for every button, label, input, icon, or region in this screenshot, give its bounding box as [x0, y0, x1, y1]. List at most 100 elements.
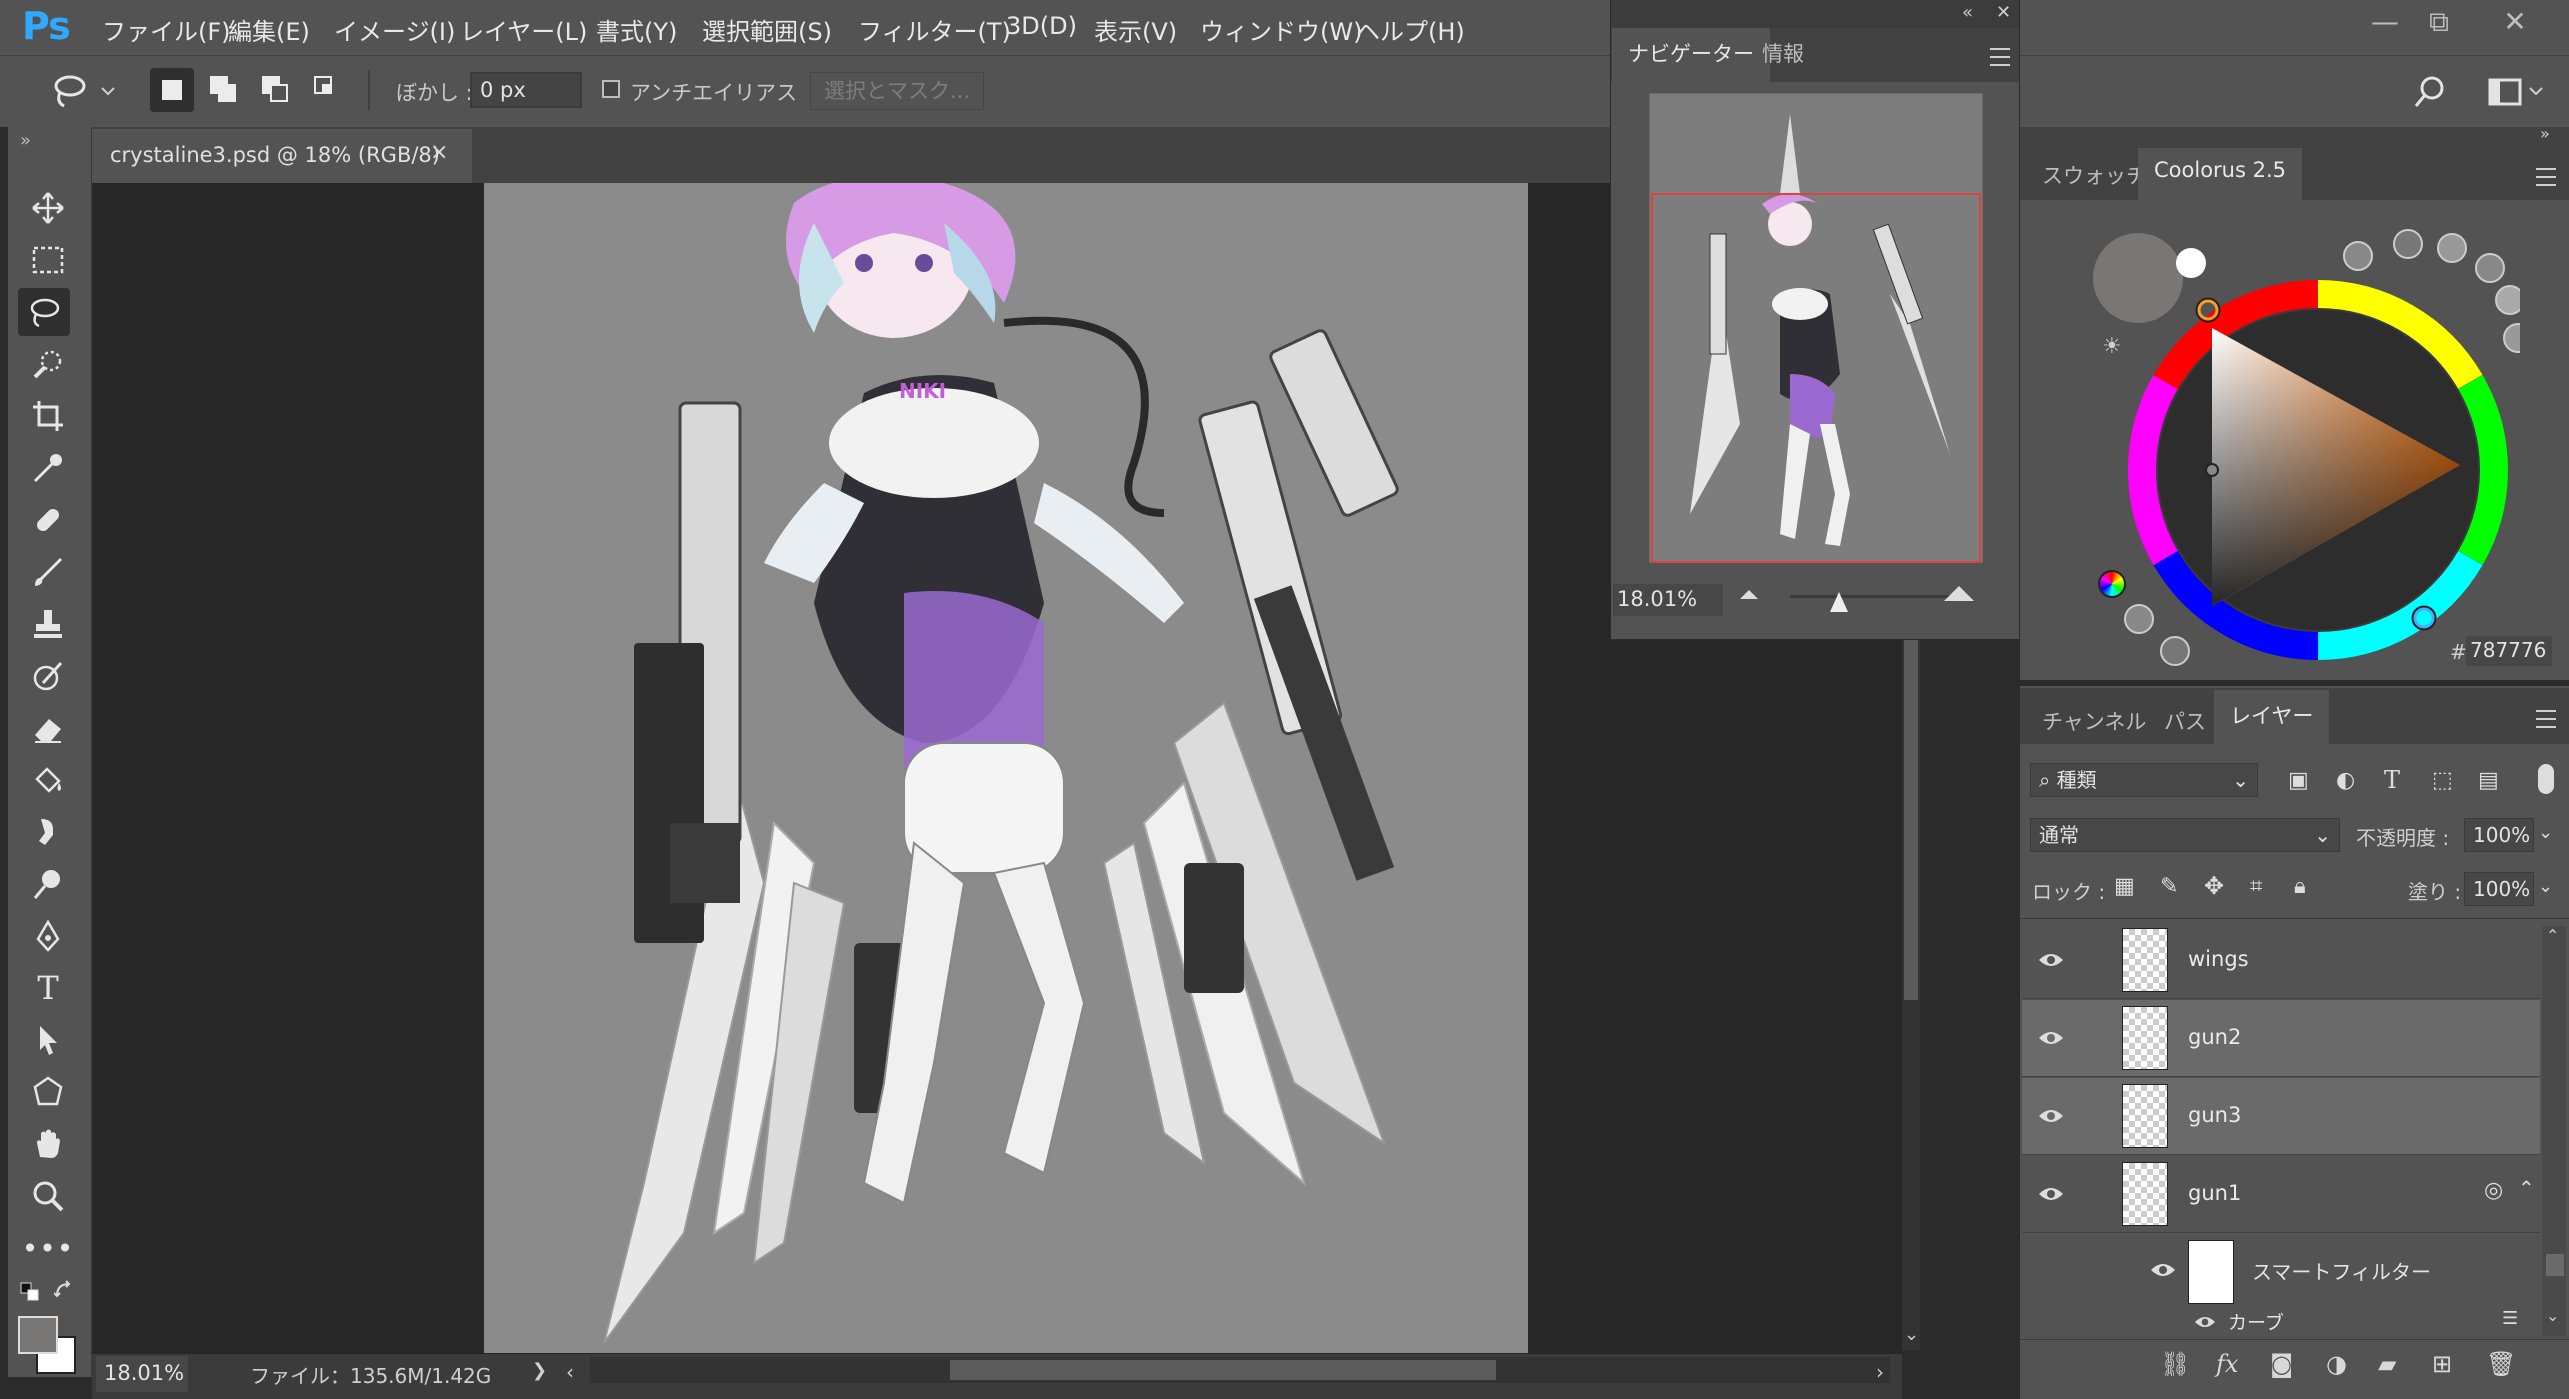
lasso-preset-icon[interactable]: [46, 68, 116, 112]
menu-select[interactable]: 選択範囲(S): [702, 12, 832, 47]
menu-view[interactable]: 表示(V): [1094, 12, 1177, 47]
scroll-right-icon[interactable]: ›: [1876, 1360, 1884, 1384]
visibility-eye-icon[interactable]: [2192, 1312, 2218, 1332]
zoom-level-field[interactable]: 18.01%: [96, 1356, 188, 1392]
layer-row-gun3[interactable]: gun3: [2022, 1078, 2540, 1155]
intersect-selection-icon[interactable]: [306, 68, 350, 112]
layers-scroll-thumb[interactable]: [2546, 1254, 2564, 1276]
default-colors-icon[interactable]: [20, 1282, 40, 1302]
delete-layer-icon[interactable]: 🗑︎: [2486, 1350, 2516, 1378]
close-panel-icon[interactable]: ✕: [1996, 2, 2011, 23]
menu-file[interactable]: ファイル(F): [102, 12, 231, 47]
filter-toggle[interactable]: [2538, 764, 2554, 794]
filter-options-icon[interactable]: ☰: [2502, 1308, 2518, 1329]
layer-name[interactable]: gun3: [2188, 1103, 2241, 1127]
quick-select-tool-icon[interactable]: [22, 340, 74, 388]
fill-input[interactable]: 100%: [2464, 872, 2534, 906]
menu-window[interactable]: ウィンドウ(W): [1200, 12, 1362, 47]
tab-info[interactable]: 情報: [1746, 28, 1820, 78]
filter-smart-object-icon[interactable]: ▤: [2478, 768, 2499, 793]
scroll-left-icon[interactable]: ‹: [566, 1360, 574, 1384]
document-canvas[interactable]: NIKI: [484, 183, 1528, 1353]
new-layer-icon[interactable]: ⊞: [2432, 1350, 2452, 1378]
menu-edit[interactable]: 編集(E): [228, 12, 310, 47]
current-color-circle[interactable]: [2093, 233, 2183, 323]
navigator-view-rectangle[interactable]: [1651, 193, 1981, 563]
lock-position-icon[interactable]: ✥: [2204, 872, 2224, 900]
menu-3d[interactable]: 3D(D): [1006, 12, 1077, 40]
search-icon[interactable]: [2410, 72, 2450, 112]
tab-coolorus[interactable]: Coolorus 2.5: [2138, 148, 2302, 200]
more-tools-icon[interactable]: •••: [22, 1224, 74, 1272]
adjustment-layer-icon[interactable]: ◑: [2326, 1350, 2347, 1378]
crop-tool-icon[interactable]: [22, 392, 74, 440]
status-menu-arrow[interactable]: ❯: [532, 1360, 547, 1381]
opacity-dropdown-icon[interactable]: ⌄: [2538, 822, 2553, 843]
marquee-tool-icon[interactable]: [22, 236, 74, 284]
add-selection-icon[interactable]: [202, 68, 246, 112]
restore-button[interactable]: ⧉: [2416, 4, 2462, 40]
fill-dropdown-icon[interactable]: ⌄: [2538, 876, 2553, 897]
color-mode-icon[interactable]: [2098, 570, 2126, 598]
zoom-tool-icon[interactable]: [22, 1172, 74, 1220]
filter-adjustment-icon[interactable]: ◐: [2336, 768, 2355, 793]
layers-menu-icon[interactable]: [2536, 710, 2556, 728]
visibility-eye-icon[interactable]: [2038, 948, 2064, 972]
layer-name[interactable]: wings: [2188, 947, 2249, 971]
dodge-tool-icon[interactable]: [22, 860, 74, 908]
new-selection-icon[interactable]: [150, 68, 194, 112]
menu-layer[interactable]: レイヤー(L): [460, 12, 587, 47]
lasso-tool-icon[interactable]: [18, 288, 70, 336]
antialias-checkbox[interactable]: [602, 80, 620, 98]
menu-type[interactable]: 書式(Y): [596, 12, 677, 47]
document-tab[interactable]: crystaline3.psd @ 18% (RGB/8): [92, 129, 472, 183]
filter-type-icon[interactable]: T: [2384, 766, 2400, 794]
navigator-zoom-slider[interactable]: [1790, 595, 1950, 598]
path-selection-tool-icon[interactable]: [22, 1016, 74, 1064]
zoom-in-icon[interactable]: [1944, 586, 1974, 601]
horizontal-scroll-thumb[interactable]: [950, 1360, 1496, 1380]
smart-filter-row[interactable]: スマートフィルター: [2022, 1234, 2540, 1306]
color-panel-menu-icon[interactable]: [2536, 168, 2556, 186]
menu-filter[interactable]: フィルター(T): [858, 12, 1011, 47]
menu-image[interactable]: イメージ(I): [334, 12, 455, 47]
lock-artboard-icon[interactable]: ⌗: [2250, 874, 2262, 899]
menu-help[interactable]: ヘルプ(H): [1356, 12, 1465, 47]
type-tool-icon[interactable]: T: [22, 964, 74, 1012]
brightness-icon[interactable]: ☀: [2102, 334, 2122, 359]
tab-layers[interactable]: レイヤー: [2214, 690, 2330, 744]
scroll-up-icon[interactable]: ⌃: [2546, 926, 2559, 945]
lock-transparent-icon[interactable]: ▦: [2114, 874, 2135, 899]
visibility-eye-icon[interactable]: [2038, 1026, 2064, 1050]
lock-image-icon[interactable]: ✎: [2160, 874, 2178, 899]
layer-filter-select[interactable]: ⌕ 種類 ⌄: [2030, 763, 2258, 797]
layer-name[interactable]: gun2: [2188, 1025, 2241, 1049]
eraser-tool-icon[interactable]: [22, 704, 74, 752]
layer-name[interactable]: gun1: [2188, 1181, 2241, 1205]
navigator-menu-icon[interactable]: [1990, 48, 2010, 66]
navigator-zoom-field[interactable]: 18.01%: [1613, 584, 1723, 616]
select-and-mask-button[interactable]: 選択とマスク...: [810, 72, 984, 110]
filter-mask-thumbnail[interactable]: [2188, 1240, 2234, 1304]
subtract-selection-icon[interactable]: [254, 68, 298, 112]
visibility-eye-icon[interactable]: [2150, 1258, 2176, 1282]
tab-paths[interactable]: パス: [2148, 696, 2222, 746]
clone-stamp-tool-icon[interactable]: [22, 600, 74, 648]
layer-row-gun1[interactable]: gun1 ◎ ⌃: [2022, 1156, 2540, 1233]
filter-pixel-icon[interactable]: ▣: [2288, 768, 2309, 793]
smudge-tool-icon[interactable]: [22, 808, 74, 856]
layer-row-wings[interactable]: wings: [2022, 922, 2540, 999]
previous-color-circle[interactable]: [2176, 248, 2206, 278]
lock-all-icon[interactable]: 🔒︎: [2294, 874, 2306, 899]
healing-brush-tool-icon[interactable]: [22, 496, 74, 544]
minimize-button[interactable]: —: [2362, 4, 2408, 40]
blend-mode-select[interactable]: 通常 ⌄: [2030, 818, 2340, 852]
close-tab-icon[interactable]: ×: [430, 140, 448, 165]
curves-filter-row[interactable]: カーブ ☰: [2022, 1306, 2540, 1336]
eyedropper-tool-icon[interactable]: [22, 444, 74, 492]
workspace-icon[interactable]: [2488, 74, 2548, 110]
triangle-mode-icon[interactable]: [2124, 604, 2154, 634]
shape-tool-icon[interactable]: [22, 1068, 74, 1116]
pen-tool-icon[interactable]: [22, 912, 74, 960]
swap-colors-icon[interactable]: [53, 1280, 74, 1300]
